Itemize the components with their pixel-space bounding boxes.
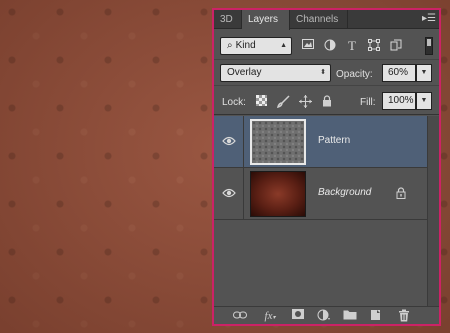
tab-layers[interactable]: Layers bbox=[242, 10, 290, 30]
tab-3d[interactable]: 3D bbox=[214, 10, 242, 29]
lock-position-icon[interactable] bbox=[298, 95, 312, 109]
blend-mode-value: Overlay bbox=[227, 67, 262, 78]
shape-filter-icon[interactable] bbox=[366, 39, 382, 53]
panel-tab-bar: 3D Layers Channels ▸☰ bbox=[214, 10, 439, 30]
eye-icon bbox=[222, 136, 236, 146]
layer-name[interactable]: Background bbox=[318, 187, 371, 198]
filter-kind-label: Kind bbox=[235, 40, 256, 51]
fill-field[interactable]: 100% bbox=[382, 92, 416, 110]
filter-kind-dropdown[interactable]: ⌕ Kind ▲ bbox=[220, 37, 292, 55]
lock-label: Lock: bbox=[222, 97, 246, 108]
panel-footer: fx▾ bbox=[214, 306, 439, 324]
adjustment-filter-icon[interactable] bbox=[322, 39, 338, 53]
blend-row: Overlay ⬍ Opacity: 60% ▼ bbox=[214, 60, 439, 86]
link-icon[interactable] bbox=[232, 309, 248, 323]
new-layer-icon[interactable] bbox=[368, 309, 384, 323]
search-icon: ⌕ bbox=[227, 40, 233, 51]
smart-object-filter-icon[interactable] bbox=[388, 39, 404, 53]
lock-row: Lock: Fill: 100% ▼ bbox=[214, 87, 439, 115]
blend-mode-dropdown[interactable]: Overlay ⬍ bbox=[220, 64, 331, 82]
lock-transparent-pixels-icon[interactable] bbox=[254, 95, 268, 109]
layer-thumbnail[interactable] bbox=[250, 119, 306, 165]
layers-scrollbar[interactable] bbox=[427, 116, 439, 306]
opacity-label: Opacity: bbox=[336, 69, 373, 80]
type-filter-icon[interactable]: T bbox=[344, 39, 360, 53]
visibility-toggle[interactable] bbox=[214, 116, 244, 167]
updown-caret-icon: ⬍ bbox=[320, 69, 326, 76]
layer-name[interactable]: Pattern bbox=[318, 135, 350, 146]
layer-row-pattern[interactable]: Pattern bbox=[214, 116, 427, 168]
layer-row-background[interactable]: Background bbox=[214, 168, 427, 220]
lock-image-pixels-icon[interactable] bbox=[276, 95, 290, 109]
tab-channels[interactable]: Channels bbox=[290, 10, 348, 29]
lock-all-icon[interactable] bbox=[320, 95, 334, 109]
filter-toggle-switch[interactable] bbox=[425, 37, 433, 55]
layers-panel: 3D Layers Channels ▸☰ ⌕ Kind ▲ T Overlay … bbox=[212, 8, 441, 326]
filter-row: ⌕ Kind ▲ T bbox=[214, 32, 439, 60]
eye-icon bbox=[222, 188, 236, 198]
fx-icon[interactable]: fx▾ bbox=[262, 309, 278, 323]
trash-icon[interactable] bbox=[396, 309, 412, 323]
mask-icon[interactable] bbox=[290, 309, 306, 323]
visibility-toggle[interactable] bbox=[214, 168, 244, 219]
layers-list: Pattern Background bbox=[214, 116, 427, 306]
adjustment-icon[interactable] bbox=[316, 309, 332, 323]
panel-menu-icon[interactable]: ▸☰ bbox=[422, 12, 436, 26]
fill-slider-arrow[interactable]: ▼ bbox=[416, 92, 432, 110]
image-filter-icon[interactable] bbox=[300, 39, 316, 53]
layer-thumbnail[interactable] bbox=[250, 171, 306, 217]
updown-caret-icon: ▲ bbox=[280, 42, 287, 49]
opacity-field[interactable]: 60% bbox=[382, 64, 416, 82]
document-canvas[interactable] bbox=[0, 0, 212, 333]
fill-label: Fill: bbox=[360, 97, 376, 108]
lock-icon bbox=[396, 187, 406, 199]
folder-icon[interactable] bbox=[342, 309, 358, 323]
opacity-slider-arrow[interactable]: ▼ bbox=[416, 64, 432, 82]
